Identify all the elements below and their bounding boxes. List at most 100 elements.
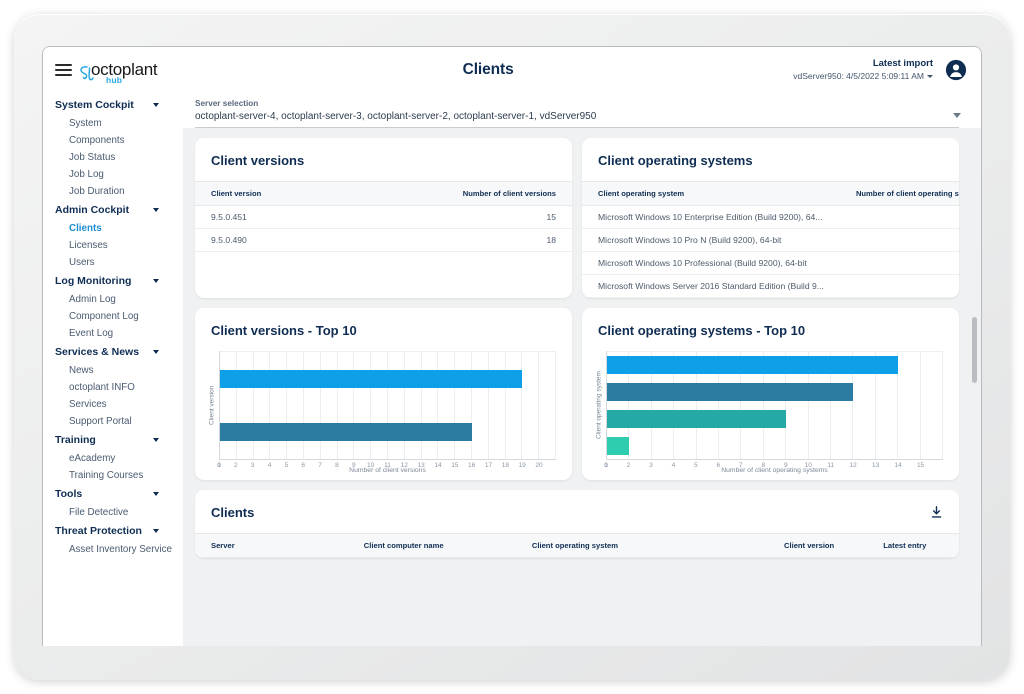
screen: octoplant hub Clients Latest import vdSe… bbox=[42, 46, 982, 646]
sidebar-item-component-log[interactable]: Component Log bbox=[43, 308, 183, 325]
hamburger-menu-icon[interactable] bbox=[55, 61, 72, 79]
sidebar-group-admin-cockpit[interactable]: Admin Cockpit Clients Licenses Users bbox=[43, 200, 183, 271]
sidebar-group-tools[interactable]: Tools File Detective bbox=[43, 484, 183, 521]
sidebar-group-header[interactable]: Admin Cockpit bbox=[43, 200, 183, 220]
col-client-computer-name[interactable]: Client computer name bbox=[348, 534, 516, 558]
sidebar-group-header[interactable]: System Cockpit bbox=[43, 95, 183, 115]
chart-plot-row: Client version bbox=[205, 351, 556, 459]
table-row[interactable]: 9.5.0.451 15 bbox=[195, 206, 572, 229]
sidebar-item-job-status[interactable]: Job Status bbox=[43, 149, 183, 166]
card-client-versions: Client versions Client version Number of… bbox=[195, 138, 572, 298]
cell-client-version: 9.5.0.490 bbox=[195, 229, 344, 252]
sidebar-group-label: Training bbox=[55, 434, 96, 446]
logo-subword: hub bbox=[106, 76, 122, 85]
cell-count: 8 bbox=[840, 206, 959, 229]
sidebar-item-system[interactable]: System bbox=[43, 115, 183, 132]
chart-plot-area bbox=[219, 351, 556, 459]
x-tick-label: 19 bbox=[517, 462, 527, 469]
vertical-scrollbar[interactable] bbox=[972, 134, 977, 642]
chevron-down-icon bbox=[927, 75, 933, 78]
chart-bar[interactable] bbox=[607, 437, 629, 455]
sidebar-item-clients[interactable]: Clients bbox=[43, 220, 183, 237]
col-server[interactable]: Server bbox=[195, 534, 348, 558]
sidebar-item-event-log[interactable]: Event Log bbox=[43, 325, 183, 342]
card-title: Client operating systems bbox=[582, 138, 959, 181]
chevron-down-icon[interactable] bbox=[953, 113, 961, 118]
server-selection-label: Server selection bbox=[195, 99, 959, 108]
table-row[interactable]: Microsoft Windows 10 Professional (Build… bbox=[582, 252, 959, 275]
sidebar-group-label: Services & News bbox=[55, 346, 139, 358]
card-clients-table: Clients Server Client computer name bbox=[195, 490, 959, 558]
x-tick-label: 8 bbox=[332, 462, 342, 469]
sidebar-group-services-news[interactable]: Services & News News octoplant INFO Serv… bbox=[43, 342, 183, 430]
sidebar-item-services[interactable]: Services bbox=[43, 396, 183, 413]
sidebar-item-training-courses[interactable]: Training Courses bbox=[43, 467, 183, 484]
sidebar-item-support-portal[interactable]: Support Portal bbox=[43, 413, 183, 430]
sidebar-group-header[interactable]: Threat Protection bbox=[43, 521, 183, 541]
download-icon[interactable] bbox=[930, 506, 943, 519]
table-row[interactable]: Microsoft Windows 10 Pro N (Build 9200),… bbox=[582, 229, 959, 252]
cell-count: 1 bbox=[840, 229, 959, 252]
charts-row: Client versions - Top 10 Client version bbox=[195, 308, 959, 480]
sidebar-item-eacademy[interactable]: eAcademy bbox=[43, 450, 183, 467]
table-row[interactable]: 9.5.0.490 18 bbox=[195, 229, 572, 252]
sidebar-item-asset-inventory-service[interactable]: Asset Inventory Service bbox=[43, 541, 183, 558]
sidebar-group-header[interactable]: Log Monitoring bbox=[43, 271, 183, 291]
sidebar-item-admin-log[interactable]: Admin Log bbox=[43, 291, 183, 308]
sidebar-group-header[interactable]: Services & News bbox=[43, 342, 183, 362]
x-tick-label: 7 bbox=[736, 462, 746, 469]
sidebar-item-users[interactable]: Users bbox=[43, 254, 183, 271]
table-row[interactable]: Microsoft Windows 10 Enterprise Edition … bbox=[582, 206, 959, 229]
chart-bar[interactable] bbox=[607, 383, 853, 401]
x-tick-label: 15 bbox=[916, 462, 926, 469]
sidebar-group-system-cockpit[interactable]: System Cockpit System Components Job Sta… bbox=[43, 95, 183, 200]
col-number-of-client-operating-systems[interactable]: Number of client operating systems bbox=[840, 182, 959, 206]
cell-count: 13 bbox=[840, 275, 959, 298]
col-latest-entry[interactable]: Latest entry bbox=[867, 534, 959, 558]
card-title: Clients bbox=[211, 505, 254, 520]
scrollbar-thumb[interactable] bbox=[972, 317, 977, 383]
chart-bar[interactable] bbox=[220, 423, 472, 441]
sidebar-item-news[interactable]: News bbox=[43, 362, 183, 379]
avatar[interactable] bbox=[945, 59, 967, 81]
chart-bar[interactable] bbox=[220, 370, 522, 388]
sidebar-item-job-duration[interactable]: Job Duration bbox=[43, 183, 183, 200]
x-tick-label: 9 bbox=[349, 462, 359, 469]
sidebar-item-job-log[interactable]: Job Log bbox=[43, 166, 183, 183]
sidebar-item-file-detective[interactable]: File Detective bbox=[43, 504, 183, 521]
server-selection[interactable]: Server selection octoplant-server-4, oct… bbox=[183, 93, 981, 128]
chevron-down-icon bbox=[153, 208, 159, 212]
app-logo[interactable]: octoplant hub bbox=[82, 61, 157, 79]
sidebar-item-licenses[interactable]: Licenses bbox=[43, 237, 183, 254]
sidebar-group-threat-protection[interactable]: Threat Protection Asset Inventory Servic… bbox=[43, 521, 183, 558]
chevron-down-icon bbox=[153, 438, 159, 442]
col-number-of-client-versions[interactable]: Number of client versions bbox=[344, 182, 572, 206]
col-client-version[interactable]: Client version bbox=[195, 182, 344, 206]
page-title: Clients bbox=[183, 61, 793, 79]
sidebar-group-header[interactable]: Training bbox=[43, 430, 183, 450]
col-client-operating-system[interactable]: Client operating system bbox=[582, 182, 840, 206]
chart-y-axis-label: Client operating system bbox=[592, 351, 606, 459]
sidebar-item-octoplant-info[interactable]: octoplant INFO bbox=[43, 379, 183, 396]
server-selection-value[interactable]: octoplant-server-4, octoplant-server-3, … bbox=[195, 108, 959, 128]
top-bar-right: Latest import vdServer950: 4/5/2022 5:09… bbox=[793, 58, 981, 82]
chart-plot-row: Client operating system bbox=[592, 351, 943, 459]
cell-count: 15 bbox=[344, 206, 572, 229]
sidebar-group-training[interactable]: Training eAcademy Training Courses bbox=[43, 430, 183, 484]
chart-bar[interactable] bbox=[607, 410, 786, 428]
latest-import-block[interactable]: Latest import vdServer950: 4/5/2022 5:09… bbox=[793, 58, 933, 82]
col-client-operating-system[interactable]: Client operating system bbox=[516, 534, 768, 558]
col-client-version[interactable]: Client version bbox=[768, 534, 867, 558]
x-tick-label: 13 bbox=[416, 462, 426, 469]
table-header-row: Server Client computer name Client opera… bbox=[195, 534, 959, 558]
chart-bar[interactable] bbox=[607, 356, 898, 374]
chart-x-axis: 0123456789101112131415 bbox=[606, 459, 943, 462]
x-tick-label: 3 bbox=[248, 462, 258, 469]
sidebar-group-log-monitoring[interactable]: Log Monitoring Admin Log Component Log E… bbox=[43, 271, 183, 342]
sidebar-item-components[interactable]: Components bbox=[43, 132, 183, 149]
sidebar-group-label: System Cockpit bbox=[55, 99, 134, 111]
latest-import-value-row[interactable]: vdServer950: 4/5/2022 5:09:11 AM bbox=[793, 71, 933, 82]
table-row[interactable]: Microsoft Windows Server 2016 Standard E… bbox=[582, 275, 959, 298]
sidebar-group-header[interactable]: Tools bbox=[43, 484, 183, 504]
cell-count: 11 bbox=[840, 252, 959, 275]
